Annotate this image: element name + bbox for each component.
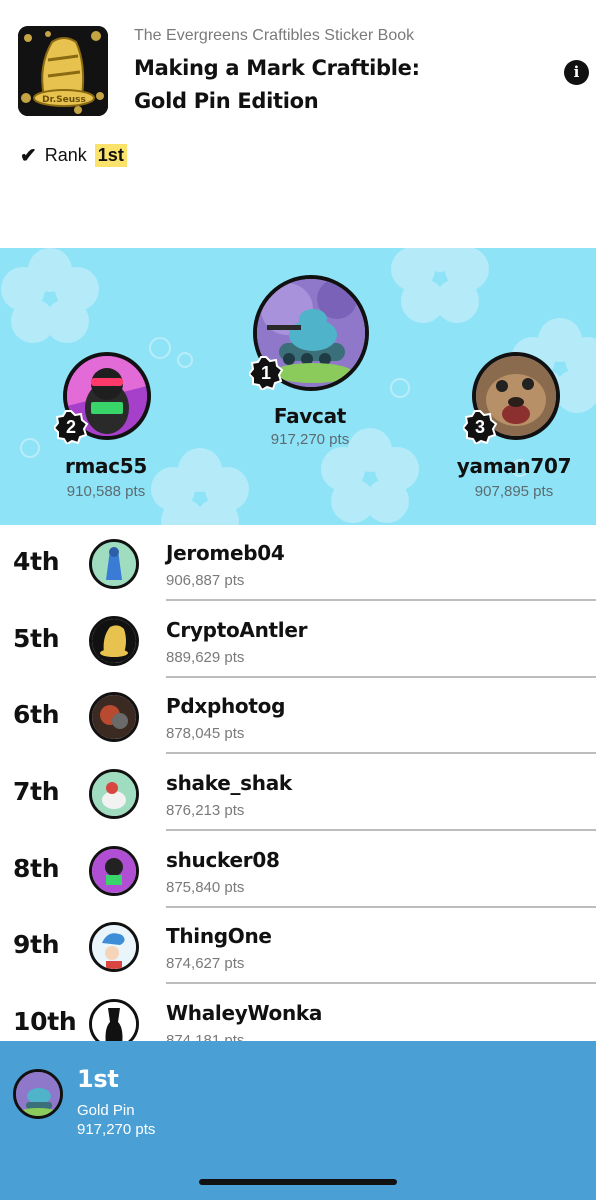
avatar: [13, 1069, 63, 1119]
rank-badge-number: 2: [65, 417, 76, 437]
list-points: 878,045 pts: [166, 725, 245, 742]
list-points: 876,213 pts: [166, 802, 245, 819]
avatar: [89, 692, 139, 742]
rank-label: Rank: [44, 145, 87, 165]
podium-points: 917,270 pts: [270, 431, 350, 448]
list-name: shake_shak: [166, 771, 292, 795]
rank-value: 1st: [94, 144, 127, 167]
podium-name: rmac55: [64, 454, 148, 478]
list-rank: 5th: [13, 624, 60, 653]
list-points: 874,627 pts: [166, 955, 245, 972]
rank-badge-number: 3: [474, 417, 485, 437]
podium-name: Favcat: [273, 404, 347, 428]
list-rank: 10th: [13, 1007, 77, 1036]
list-item[interactable]: 8th shucker08 875,840 pts: [0, 832, 596, 908]
rank-badge-number: 1: [260, 363, 271, 383]
list-rank: 8th: [13, 854, 60, 883]
footer-label: Gold Pin: [77, 1102, 135, 1119]
list-rank: 7th: [13, 777, 60, 806]
list-name: WhaleyWonka: [166, 1001, 323, 1025]
podium-points: 910,588 pts: [66, 483, 146, 500]
list-points: 906,887 pts: [166, 572, 245, 589]
home-indicator[interactable]: [199, 1179, 397, 1185]
podium: 2 rmac55 910,588 pts 1 Favcat 917,270 pt…: [0, 248, 596, 525]
avatar: [89, 922, 139, 972]
list-points: 889,629 pts: [166, 649, 245, 666]
avatar: [89, 539, 139, 589]
divider: [166, 982, 596, 984]
list-item[interactable]: 5th CryptoAntler 889,629 pts: [0, 602, 596, 678]
footer-rank: 1st: [77, 1065, 119, 1093]
list-name: ThingOne: [166, 924, 272, 948]
list-rank: 4th: [13, 547, 60, 576]
avatar: [89, 769, 139, 819]
podium-points: 907,895 pts: [474, 483, 554, 500]
list-item[interactable]: 9th ThingOne 874,627 pts: [0, 908, 596, 984]
divider: [166, 752, 596, 754]
footer-points: 917,270 pts: [77, 1121, 156, 1138]
divider: [166, 599, 596, 601]
svg-text:Dr.Seuss: Dr.Seuss: [42, 95, 86, 105]
check-icon: ✔: [20, 145, 37, 167]
avatar: [89, 616, 139, 666]
header: Dr.Seuss The Evergreens Craftibles Stick…: [0, 0, 596, 248]
divider: [166, 829, 596, 831]
page-title: Making a Mark Craftible: Gold Pin Editio…: [134, 56, 420, 113]
list-item[interactable]: 4th Jeromeb04 906,887 pts: [0, 525, 596, 601]
list-points: 875,840 pts: [166, 879, 245, 896]
list-name: Pdxphotog: [166, 694, 286, 718]
list-name: CryptoAntler: [166, 618, 308, 642]
sticker-thumbnail: Dr.Seuss: [18, 26, 108, 116]
info-icon[interactable]: i: [564, 60, 589, 85]
list-rank: 9th: [13, 930, 60, 959]
list-name: shucker08: [166, 848, 280, 872]
avatar: [89, 846, 139, 896]
list-rank: 6th: [13, 700, 60, 729]
book-name: The Evergreens Craftibles Sticker Book: [134, 27, 415, 44]
podium-name: yaman707: [456, 454, 572, 478]
list-item[interactable]: 7th shake_shak 876,213 pts: [0, 755, 596, 831]
my-rank-footer[interactable]: 1st Gold Pin 917,270 pts: [0, 1041, 596, 1200]
list-name: Jeromeb04: [166, 541, 285, 565]
list-item[interactable]: 6th Pdxphotog 878,045 pts: [0, 678, 596, 754]
user-rank: ✔ Rank 1st: [20, 143, 127, 168]
